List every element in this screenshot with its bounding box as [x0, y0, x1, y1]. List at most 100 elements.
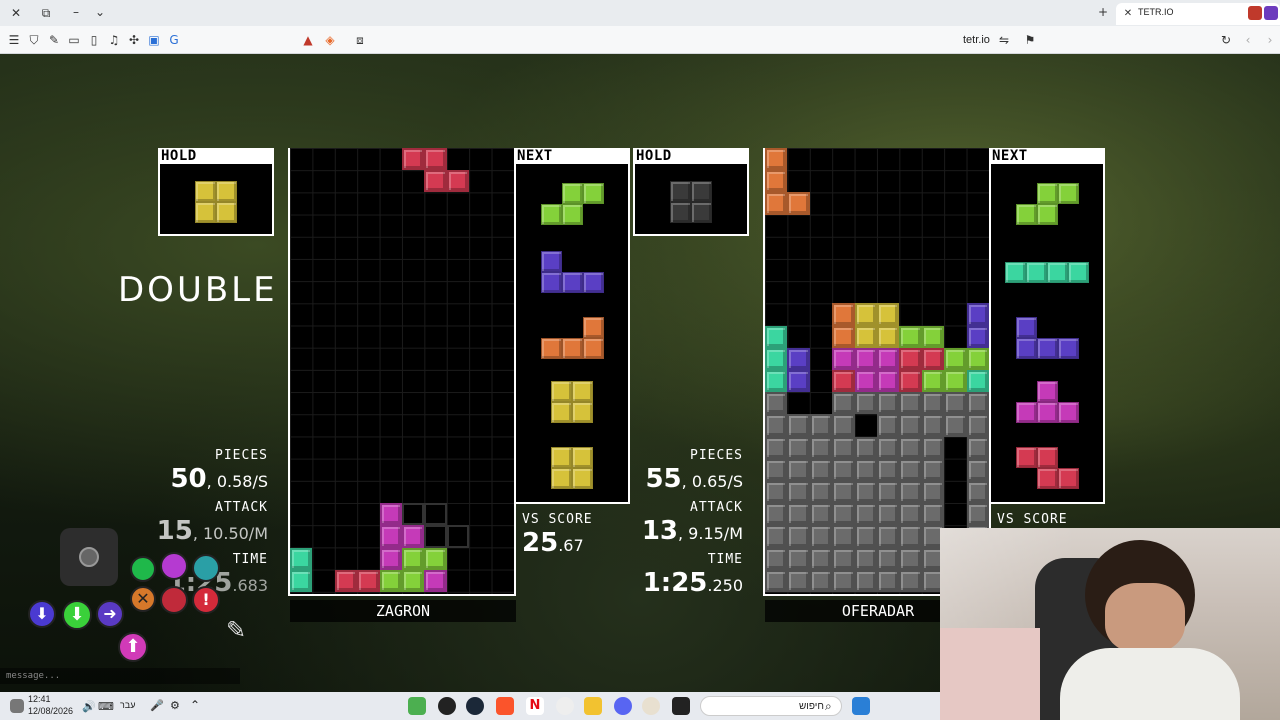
piece-mino	[561, 204, 583, 225]
reload-icon[interactable]: ↻	[1218, 32, 1234, 48]
music-icon[interactable]: ♫	[106, 32, 122, 48]
board-mino	[966, 392, 989, 415]
brave-shield-icon[interactable]: ◈	[322, 32, 338, 48]
board-mino	[832, 525, 855, 548]
piece-mino	[540, 204, 562, 225]
chatgpt-app-icon[interactable]	[556, 697, 574, 715]
discord-app-icon[interactable]	[614, 697, 632, 715]
piece-mino	[582, 317, 604, 338]
piece-mino	[582, 338, 604, 359]
new-tab-icon[interactable]: +	[1095, 4, 1111, 20]
piece-mino	[551, 447, 572, 468]
game-app-icon[interactable]	[642, 697, 660, 715]
piece-mino	[572, 402, 593, 423]
board-mino	[832, 547, 855, 570]
board-mino	[765, 436, 788, 459]
volume-icon[interactable]: 🔊	[82, 700, 96, 713]
piece-mino	[551, 402, 572, 423]
board-mino	[854, 325, 877, 348]
restore-window-icon[interactable]: ⧉	[38, 5, 54, 21]
close-window-icon[interactable]: ✕	[8, 5, 24, 21]
alert-button-icon[interactable]: !	[192, 586, 220, 614]
triangle-button-icon[interactable]	[160, 552, 188, 580]
board-mino	[966, 481, 989, 504]
file-explorer-app-icon[interactable]	[584, 697, 602, 715]
board-mino	[809, 481, 833, 504]
p2-hold-label: HOLD	[633, 148, 749, 164]
chevron-up-icon[interactable]: ⌃	[190, 698, 200, 712]
p2-vs-label: VS SCORE	[997, 512, 1068, 527]
sidebar-icon[interactable]: ▯	[86, 32, 102, 48]
microphone-icon[interactable]: 🎤	[150, 699, 164, 712]
board-mino	[921, 370, 945, 393]
weather-icon[interactable]	[10, 699, 24, 713]
pen-tool-icon[interactable]: ✎	[226, 616, 256, 646]
taskbar-search[interactable]: חיפוש ⌕	[700, 696, 842, 716]
board-mino	[765, 525, 788, 548]
piece-mino	[1036, 338, 1058, 359]
pen-icon[interactable]: ✎	[46, 32, 62, 48]
board-mino	[944, 347, 967, 370]
github-app-icon[interactable]	[438, 697, 456, 715]
board-mino	[921, 458, 945, 481]
circle-button-icon[interactable]	[160, 586, 188, 614]
board-mino	[966, 458, 989, 481]
back-icon[interactable]: ‹	[1240, 32, 1256, 48]
board-mino	[877, 525, 900, 548]
board-mino	[765, 392, 788, 415]
board-mino	[290, 569, 313, 592]
board-mino	[944, 414, 967, 437]
chevron-down-icon[interactable]: ⌄	[92, 4, 108, 20]
netflix-app-icon[interactable]: N	[526, 697, 544, 715]
piece-mino	[1015, 447, 1037, 468]
arrow-right-icon[interactable]: ➜	[96, 600, 124, 628]
utorrent-app-icon[interactable]	[408, 697, 426, 715]
screenshot-icon[interactable]: ▭	[66, 32, 82, 48]
board-mino	[966, 370, 989, 393]
clock-time: 12:41	[28, 694, 51, 704]
warning-icon[interactable]: ▲	[300, 32, 316, 48]
translate-icon[interactable]: ▣	[146, 32, 162, 48]
board-mino	[877, 392, 900, 415]
forward-icon[interactable]: ›	[1262, 32, 1278, 48]
bookmark-icon[interactable]: ⚑	[1022, 32, 1038, 48]
piece-mino	[1068, 261, 1089, 283]
settings-icon[interactable]: ⚙	[170, 699, 180, 712]
extensions-icon[interactable]: ✣	[126, 32, 142, 48]
minimize-window-icon[interactable]: –	[68, 4, 84, 20]
google-translate-icon[interactable]: G	[166, 32, 182, 48]
piece-mino	[691, 181, 712, 202]
board-mino	[877, 481, 900, 504]
start-menu-icon[interactable]	[852, 697, 870, 715]
menu-icon[interactable]: ☰	[6, 32, 22, 48]
arrow-down-icon[interactable]: ⬇	[62, 600, 92, 630]
arrow-down-left-icon[interactable]: ⬇	[28, 600, 56, 628]
p1-attack: 15, 10.50/M	[156, 516, 268, 546]
chat-input[interactable]: message...	[0, 668, 240, 684]
joystick-base[interactable]	[60, 528, 118, 586]
board-mino	[787, 503, 810, 526]
square-button-icon[interactable]	[130, 556, 156, 582]
brave-app-icon[interactable]	[496, 697, 514, 715]
terminal-app-icon[interactable]	[672, 697, 690, 715]
picture-in-picture-icon[interactable]: ⧈	[352, 32, 368, 48]
board-mino	[899, 547, 922, 570]
language-indicator[interactable]: עבר	[120, 700, 135, 710]
tab-tetrio[interactable]: ✕ TETR.IO	[1116, 3, 1280, 25]
board-mino	[765, 347, 788, 370]
network-icon[interactable]: ⌨	[98, 700, 114, 713]
board-mino	[899, 392, 922, 415]
arrow-up-icon[interactable]: ⬆	[118, 632, 148, 662]
steam-app-icon[interactable]	[466, 697, 484, 715]
board-mino	[877, 458, 900, 481]
shield-icon[interactable]: ⛉	[26, 32, 42, 48]
close-tab-icon[interactable]: ✕	[1120, 6, 1136, 22]
site-settings-icon[interactable]: ⇋	[996, 32, 1012, 48]
address-bar[interactable]: tetr.io	[963, 34, 990, 46]
circle-teal-button-icon[interactable]	[192, 554, 220, 582]
p1-vs-score: 25.67	[522, 528, 584, 558]
board-mino	[832, 370, 855, 393]
extension-icon[interactable]	[1264, 6, 1278, 20]
cross-button-icon[interactable]: ✕	[130, 586, 156, 612]
board-mino	[854, 347, 877, 370]
